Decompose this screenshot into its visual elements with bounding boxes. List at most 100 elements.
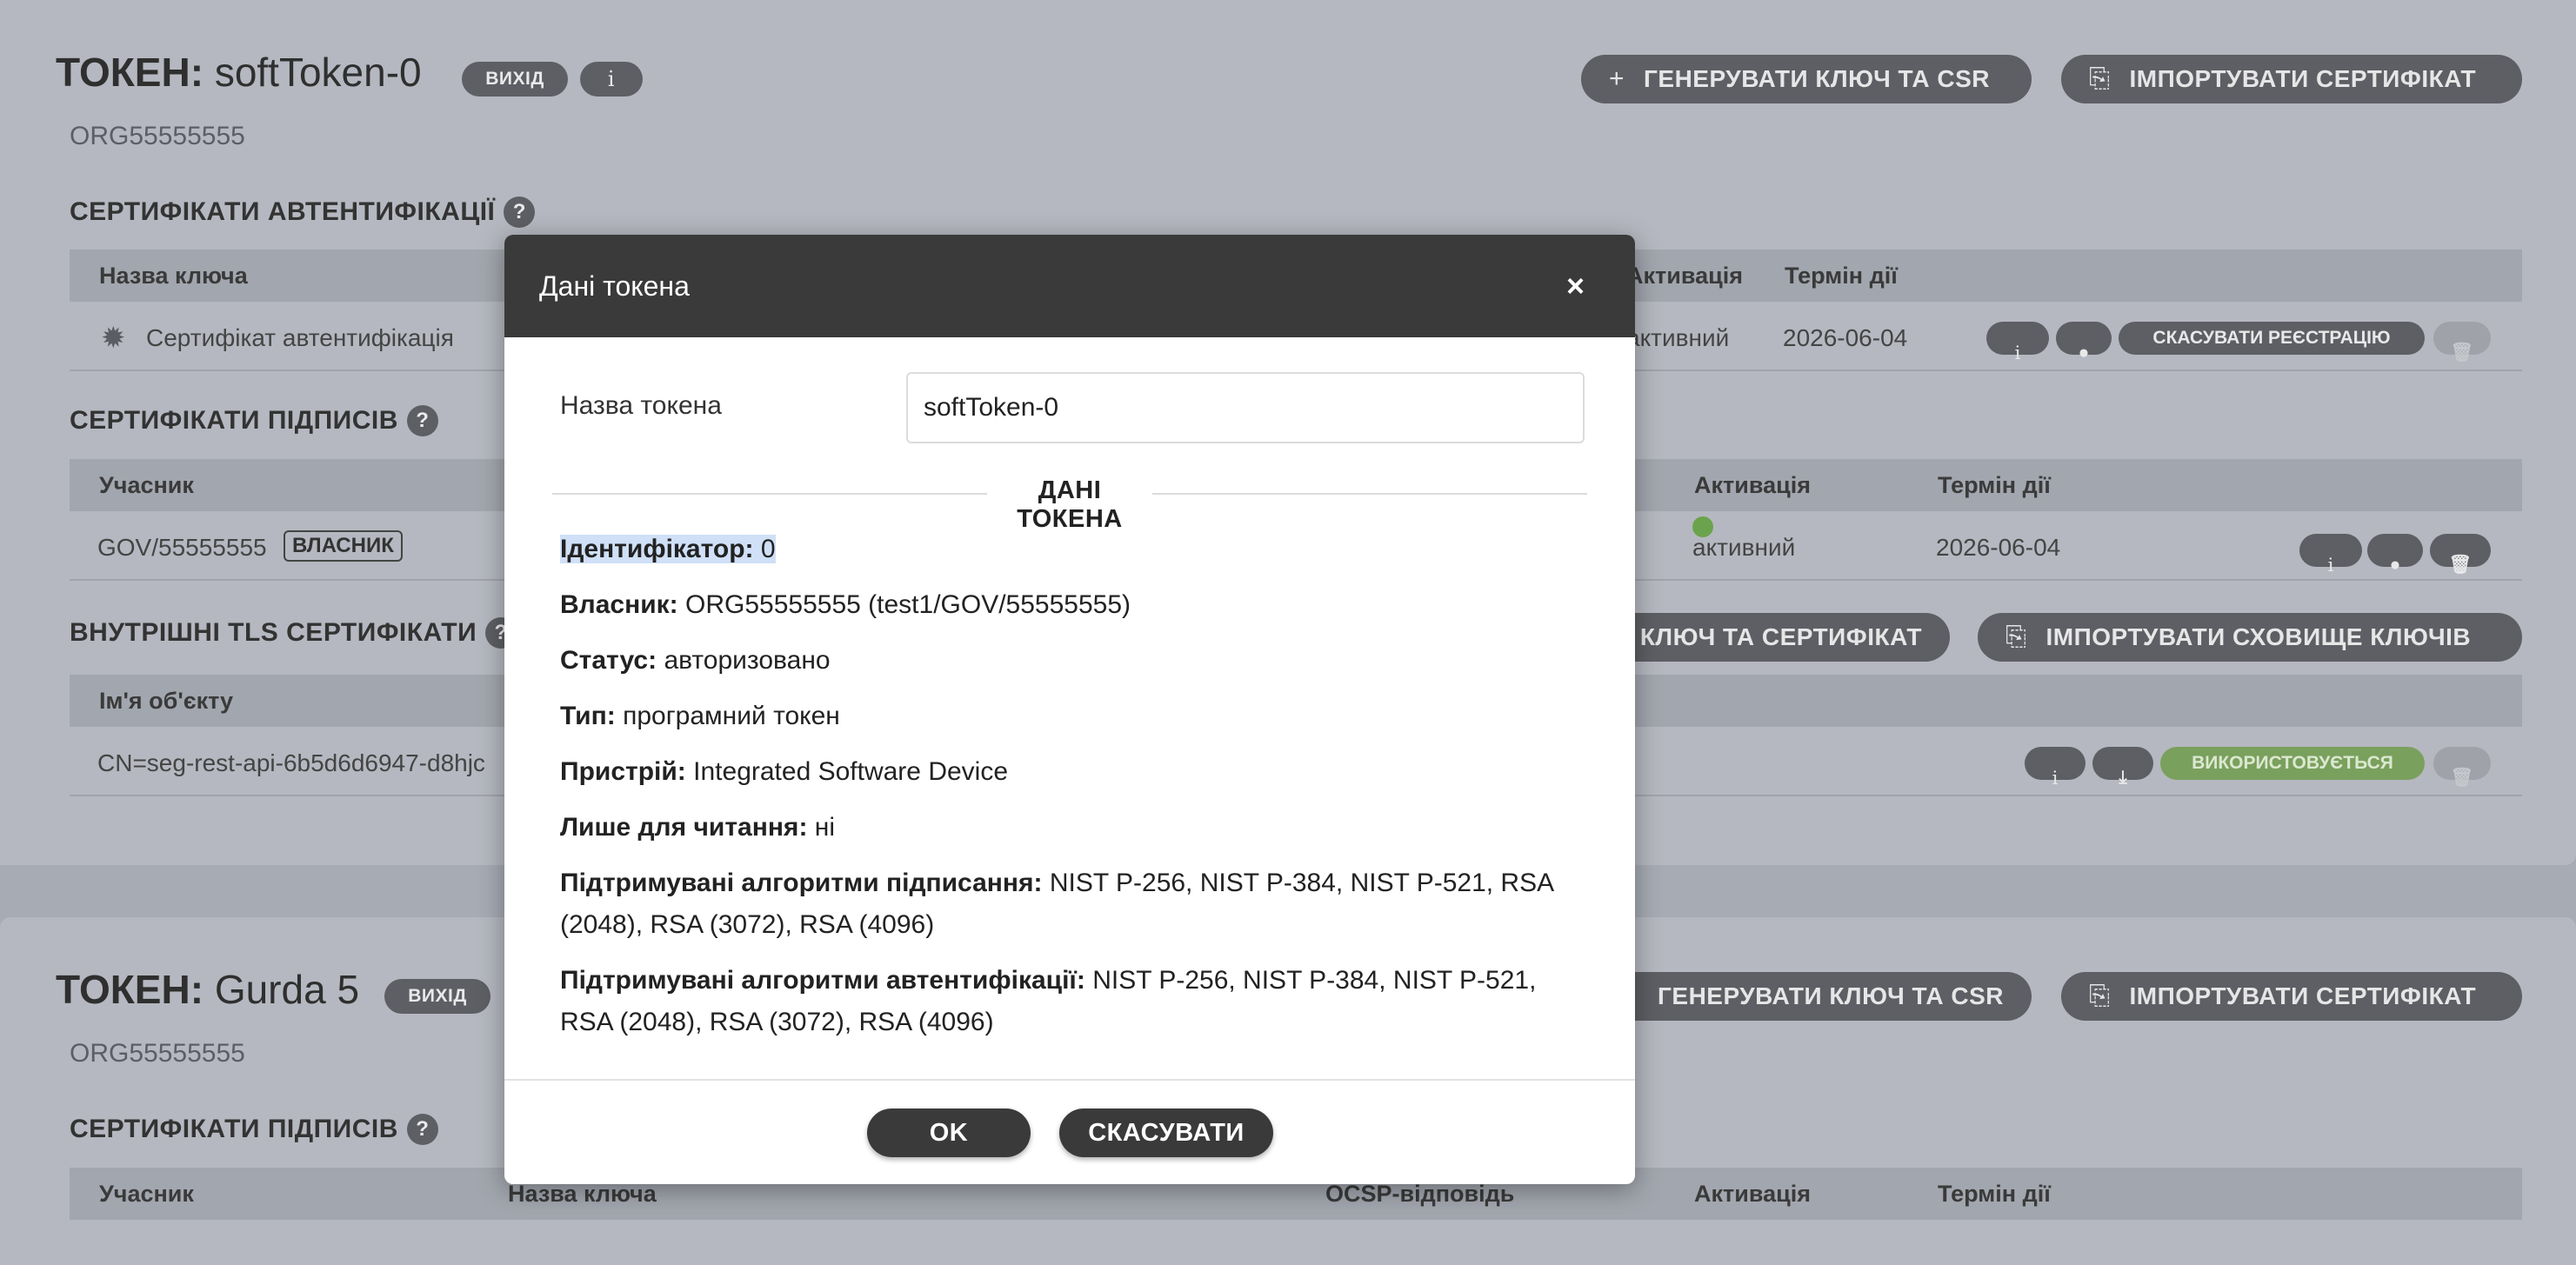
col-expiry: Термін дії bbox=[1938, 472, 2051, 498]
detail-row-sign-algos: Підтримувані алгоритми підписання: NIST … bbox=[560, 862, 1595, 946]
info-icon: i bbox=[2052, 768, 2059, 789]
import-certificate-label: ІМПОРТУВАТИ СЕРТИФІКАТ bbox=[2129, 982, 2477, 1009]
detail-label: Лише для читання: bbox=[560, 813, 808, 842]
auth-cert-activation: активний bbox=[1626, 324, 1730, 351]
dialog-footer-divider bbox=[504, 1079, 1635, 1081]
col-object-name: Ім'я об'єкту bbox=[99, 688, 234, 714]
sign-certs-title-text: СЕРТИФІКАТИ ПІДПИСІВ bbox=[70, 1115, 398, 1143]
logout-button[interactable]: ВИХІД bbox=[462, 62, 568, 97]
detail-label: Тип: bbox=[560, 702, 616, 730]
auth-certs-title: СЕРТИФІКАТИ АВТЕНТИФІКАЦІЇ ? bbox=[70, 196, 536, 228]
col-member: Учасник bbox=[99, 472, 194, 498]
auth-cert-expiry: 2026-06-04 bbox=[1783, 324, 1908, 351]
tls-certs-title: ВНУТРІШНІ TLS СЕРТИФІКАТИ ? bbox=[70, 617, 517, 649]
import-keystore-button[interactable]: ⎘ ІМПОРТУВАТИ СХОВИЩЕ КЛЮЧІВ bbox=[1978, 613, 2522, 662]
col-member: Учасник bbox=[99, 1181, 194, 1207]
close-icon[interactable]: × bbox=[1566, 269, 1585, 303]
detail-label: Пристрій: bbox=[560, 757, 686, 786]
token-data-section-title: ДАНІ ТОКЕНА bbox=[1017, 476, 1123, 533]
import-certificate-button[interactable]: ⎘ ІМПОРТУВАТИ СЕРТИФІКАТ bbox=[2061, 972, 2522, 1021]
token-name-input[interactable] bbox=[906, 372, 1585, 443]
col-activation: Активація bbox=[1626, 263, 1743, 289]
ok-button[interactable]: OK bbox=[867, 1109, 1031, 1157]
owner-badge: ВЛАСНИК bbox=[284, 530, 403, 562]
trash-icon: 🗑 bbox=[2450, 343, 2474, 363]
generate-key-csr-label: ГЕНЕРУВАТИ КЛЮЧ ТА CSR bbox=[1644, 65, 1991, 92]
detail-label: Статус: bbox=[560, 646, 657, 675]
toggle-icon: ● bbox=[2389, 555, 2401, 575]
file-import-icon: ⎘ bbox=[2089, 982, 2111, 1010]
detail-row-status: Статус: авторизовано bbox=[560, 640, 1595, 682]
generate-key-csr-label: ГЕНЕРУВАТИ КЛЮЧ ТА CSR bbox=[1658, 982, 2004, 1009]
sign-cert-activation-text: активний bbox=[1692, 534, 1796, 561]
help-icon[interactable]: ? bbox=[406, 1114, 438, 1145]
sign-certs-title-text: СЕРТИФІКАТИ ПІДПИСІВ bbox=[70, 406, 398, 435]
cancel-button[interactable]: СКАСУВАТИ bbox=[1059, 1109, 1273, 1157]
info-icon: i bbox=[2327, 555, 2334, 576]
trash-icon: 🗑 bbox=[2450, 768, 2474, 788]
activation-toggle[interactable]: ● bbox=[2367, 534, 2423, 575]
divider bbox=[1152, 493, 1587, 495]
help-icon[interactable]: ? bbox=[504, 196, 536, 228]
col-expiry: Термін дії bbox=[1785, 263, 1898, 289]
generate-tls-key-label: КЛЮЧ ТА СЕРТИФІКАТ bbox=[1639, 623, 1922, 650]
activation-toggle[interactable]: ● bbox=[2056, 322, 2112, 363]
divider bbox=[552, 493, 987, 495]
in-use-badge: ВИКОРИСТОВУЄТЬСЯ bbox=[2160, 747, 2425, 780]
delete-button[interactable]: 🗑 bbox=[2430, 534, 2491, 575]
detail-value: 0 bbox=[760, 535, 776, 563]
import-certificate-button[interactable]: ⎘ ІМПОРТУВАТИ СЕРТИФІКАТ bbox=[2061, 55, 2522, 103]
detail-value: програмний токен bbox=[623, 702, 840, 730]
token-org: ORG55555555 bbox=[70, 1039, 245, 1068]
certificate-icon: ✹ bbox=[101, 322, 126, 355]
tls-certs-title-text: ВНУТРІШНІ TLS СЕРТИФІКАТИ bbox=[70, 618, 477, 647]
col-activation: Активація bbox=[1694, 472, 1811, 498]
delete-button[interactable]: 🗑 bbox=[2433, 322, 2491, 363]
logout-button[interactable]: ВИХІД bbox=[384, 979, 491, 1014]
detail-id-text: Ідентифікатор: 0 bbox=[560, 535, 776, 563]
sign-cert-member: GOV/55555555 bbox=[97, 534, 267, 561]
token-title-prefix: ТОКЕН: bbox=[56, 967, 204, 1012]
sign-certs-title: СЕРТИФІКАТИ ПІДПИСІВ ? bbox=[70, 405, 438, 436]
token-title-prefix: ТОКЕН: bbox=[56, 50, 204, 95]
detail-row-type: Тип: програмний токен bbox=[560, 696, 1595, 737]
token-name: softToken-0 bbox=[214, 50, 422, 95]
download-icon: ⤓ bbox=[2119, 768, 2127, 788]
col-activation: Активація bbox=[1694, 1181, 1811, 1207]
token-details-dialog: Дані токена × Назва токена ДАНІ ТОКЕНА І… bbox=[504, 235, 1635, 1184]
dialog-title: Дані токена bbox=[539, 270, 690, 302]
col-key-name: Назва ключа bbox=[99, 263, 248, 289]
cert-info-button[interactable]: i bbox=[2025, 747, 2085, 789]
file-import-icon: ⎘ bbox=[2089, 64, 2111, 93]
sign-certs-title: СЕРТИФІКАТИ ПІДПИСІВ ? bbox=[70, 1114, 438, 1145]
detail-value: ні bbox=[814, 813, 836, 842]
detail-row-readonly: Лише для читання: ні bbox=[560, 807, 1595, 849]
detail-row-owner: Власник: ORG55555555 (test1/GOV/55555555… bbox=[560, 584, 1595, 626]
generate-key-csr-button[interactable]: ГЕНЕРУВАТИ КЛЮЧ ТА CSR bbox=[1581, 972, 2032, 1021]
auth-cert-name: Сертифікат автентифікація bbox=[146, 324, 454, 351]
unregister-button[interactable]: СКАСУВАТИ РЕЄСТРАЦІЮ bbox=[2119, 322, 2425, 355]
import-certificate-label: ІМПОРТУВАТИ СЕРТИФІКАТ bbox=[2129, 65, 2477, 92]
cert-info-button[interactable]: i bbox=[2299, 534, 2362, 576]
dialog-header: Дані токена × bbox=[504, 235, 1635, 337]
download-button[interactable]: ⤓ bbox=[2092, 747, 2153, 788]
auth-certs-title-text: СЕРТИФІКАТИ АВТЕНТИФІКАЦІЇ bbox=[70, 197, 496, 226]
info-icon: i bbox=[2014, 343, 2021, 363]
token-info-button[interactable]: i bbox=[580, 62, 643, 97]
help-icon[interactable]: ? bbox=[406, 405, 438, 436]
detail-label: Ідентифікатор: bbox=[560, 535, 754, 563]
detail-label: Власник: bbox=[560, 590, 678, 619]
token-name-label: Назва токена bbox=[560, 391, 722, 420]
token-title: ТОКЕН: Gurda 5 bbox=[56, 966, 359, 1013]
col-expiry: Термін дії bbox=[1938, 1181, 2051, 1207]
sign-cert-expiry: 2026-06-04 bbox=[1936, 534, 2061, 561]
detail-value: ORG55555555 (test1/GOV/55555555) bbox=[685, 590, 1131, 619]
trash-icon: 🗑 bbox=[2448, 555, 2473, 575]
detail-row-auth-algos: Підтримувані алгоритми автентифікації: N… bbox=[560, 960, 1595, 1043]
generate-key-csr-button[interactable]: + ГЕНЕРУВАТИ КЛЮЧ ТА CSR bbox=[1581, 55, 2032, 103]
detail-label: Підтримувані алгоритми підписання: bbox=[560, 869, 1043, 897]
delete-button[interactable]: 🗑 bbox=[2433, 747, 2491, 788]
cert-info-button[interactable]: i bbox=[1986, 322, 2049, 363]
import-keystore-label: ІМПОРТУВАТИ СХОВИЩЕ КЛЮЧІВ bbox=[2045, 623, 2472, 650]
token-title: ТОКЕН: softToken-0 bbox=[56, 49, 422, 96]
